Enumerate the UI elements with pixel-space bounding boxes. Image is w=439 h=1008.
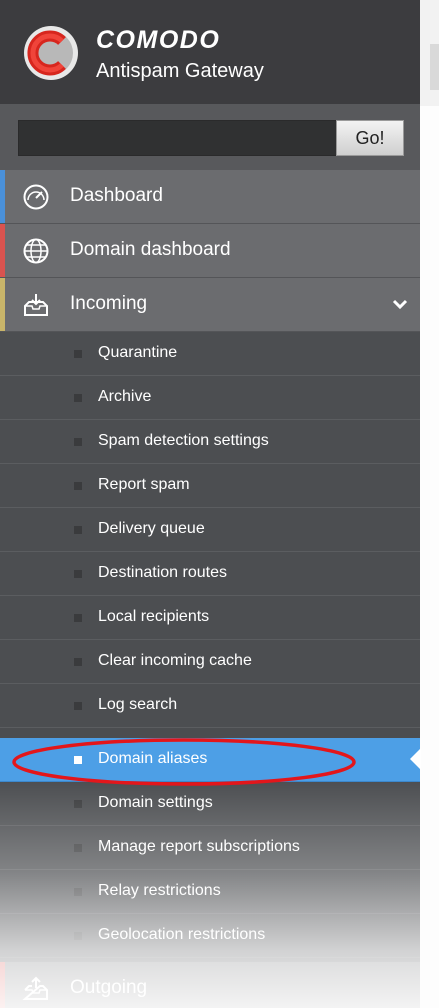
active-item-pointer — [410, 748, 421, 770]
bullet-icon — [74, 526, 82, 534]
submenu-label: Archive — [98, 388, 152, 405]
submenu-label: Manage report subscriptions — [98, 838, 300, 855]
nav-label-domain-dashboard: Domain dashboard — [70, 239, 231, 260]
submenu-item-log-search[interactable]: Log search — [0, 684, 420, 728]
bullet-icon — [74, 844, 82, 852]
bullet-icon — [74, 932, 82, 940]
top-bar-tab — [430, 44, 439, 90]
submenu-label: Geolocation restrictions — [98, 926, 266, 943]
product-name: Antispam Gateway — [96, 60, 264, 82]
nav-label-outgoing: Outgoing — [70, 977, 148, 998]
submenu-label: Delivery queue — [98, 520, 205, 537]
bullet-icon — [74, 614, 82, 622]
submenu-label: Quarantine — [98, 344, 178, 361]
submenu-item-relay-restrictions[interactable]: Relay restrictions — [0, 870, 420, 914]
outgoing-accent — [0, 962, 5, 1008]
submenu-label: Report spam — [98, 476, 190, 493]
bullet-icon — [74, 482, 82, 490]
speedometer-icon — [23, 184, 49, 210]
submenu-label: Relay restrictions — [98, 882, 221, 899]
chevron-down-icon — [392, 299, 408, 310]
submenu-item-delivery-queue[interactable]: Delivery queue — [0, 508, 420, 552]
nav-item-dashboard[interactable]: Dashboard — [0, 170, 420, 224]
comodo-logo-icon — [24, 26, 78, 80]
brand-name: COMODO — [96, 26, 221, 54]
submenu-item-manage-report-subscriptions[interactable]: Manage report subscriptions — [0, 826, 420, 870]
submenu-item-domain-settings[interactable]: Domain settings — [0, 782, 420, 826]
submenu-label: Domain settings — [98, 794, 213, 811]
submenu-label: Local recipients — [98, 608, 210, 625]
nav-item-incoming[interactable]: Incoming — [0, 278, 420, 332]
dashboard-accent — [0, 170, 5, 223]
content-area-edge — [420, 0, 439, 1008]
incoming-accent — [0, 278, 5, 331]
submenu-item-spam-detection-settings[interactable]: Spam detection settings — [0, 420, 420, 464]
submenu-item-archive[interactable]: Archive — [0, 376, 420, 420]
domain-dashboard-accent — [0, 224, 5, 277]
submenu-item-clear-incoming-cache[interactable]: Clear incoming cache — [0, 640, 420, 684]
search-input[interactable] — [18, 120, 336, 156]
submenu-label: Spam detection settings — [98, 432, 269, 449]
bullet-icon — [74, 888, 82, 896]
bullet-icon — [74, 350, 82, 358]
submenu-item-quarantine[interactable]: Quarantine — [0, 332, 420, 376]
bullet-icon — [74, 702, 82, 710]
sidebar: COMODO Antispam Gateway Go! Dashboard Do… — [0, 0, 420, 1008]
nav-label-dashboard: Dashboard — [70, 185, 163, 206]
submenu-item-local-recipients[interactable]: Local recipients — [0, 596, 420, 640]
bullet-icon — [74, 394, 82, 402]
submenu-label: Destination routes — [98, 564, 227, 581]
submenu-item-geolocation-restrictions[interactable]: Geolocation restrictions — [0, 914, 420, 958]
globe-icon — [23, 238, 49, 264]
nav-label-incoming: Incoming — [70, 293, 148, 314]
submenu-item-report-spam[interactable]: Report spam — [0, 464, 420, 508]
inbox-download-icon — [24, 294, 48, 316]
bullet-icon — [74, 438, 82, 446]
bullet-icon — [74, 570, 82, 578]
content-top-bar — [420, 0, 439, 106]
sidebar-header: COMODO Antispam Gateway — [0, 0, 420, 104]
outbox-upload-icon — [22, 976, 48, 1000]
go-button[interactable]: Go! — [336, 120, 404, 156]
bullet-icon — [74, 800, 82, 808]
highlight-annotation-ellipse — [12, 738, 356, 786]
submenu-label: Clear incoming cache — [98, 652, 252, 669]
nav-item-domain-dashboard[interactable]: Domain dashboard — [0, 224, 420, 278]
submenu-label: Log search — [98, 696, 178, 713]
bullet-icon — [74, 658, 82, 666]
nav-item-outgoing[interactable]: Outgoing — [0, 962, 420, 1008]
submenu-item-destination-routes[interactable]: Destination routes — [0, 552, 420, 596]
